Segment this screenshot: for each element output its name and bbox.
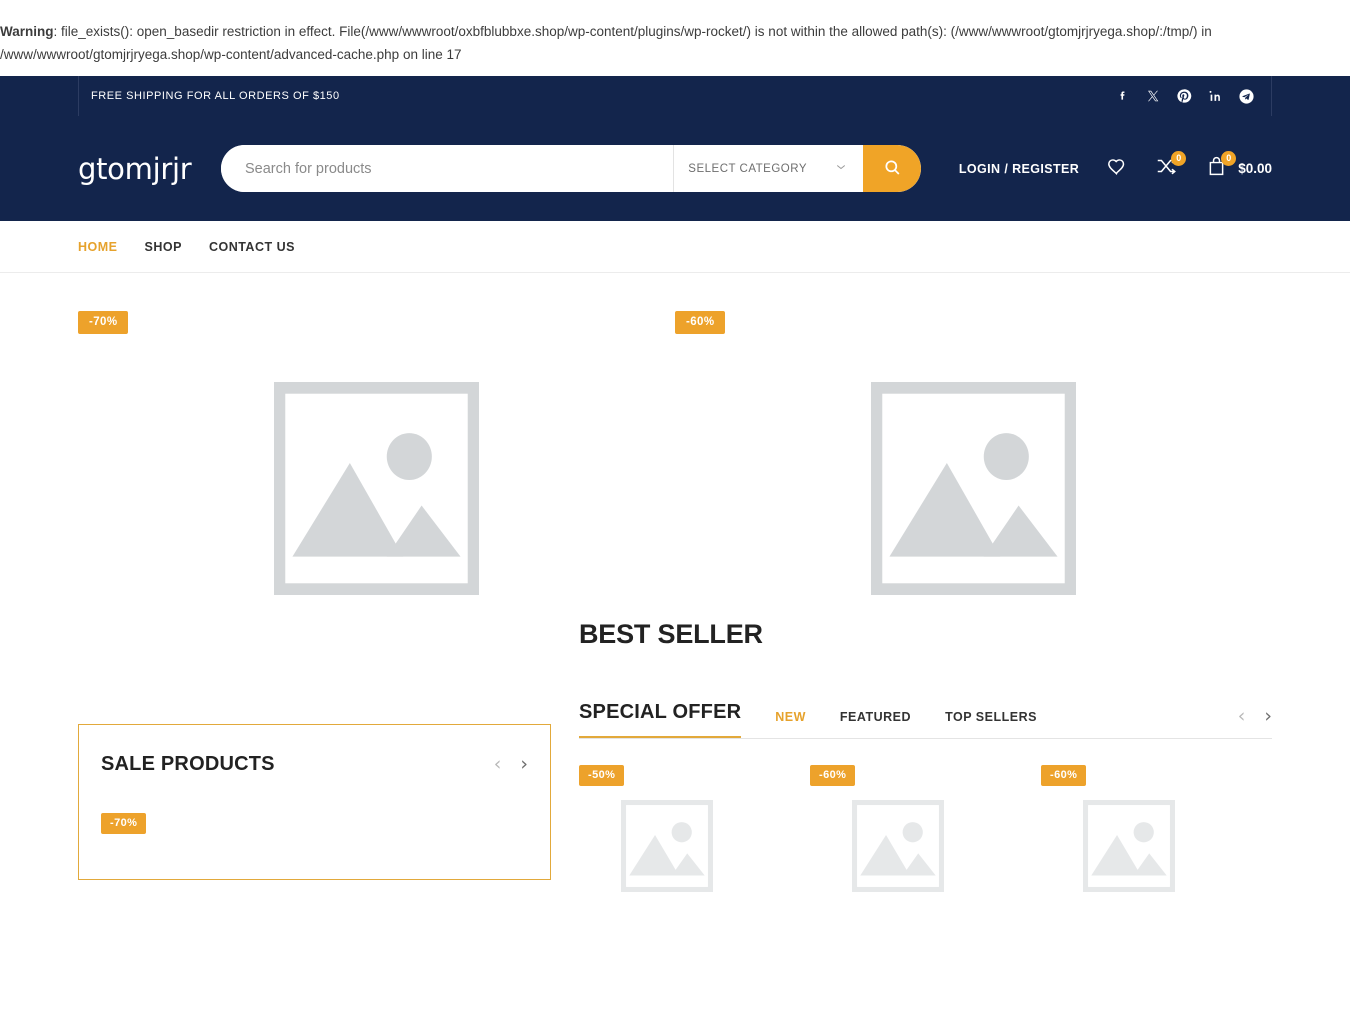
product-image-wrapper [78,382,675,595]
promo-container: FREE SHIPPING FOR ALL ORDERS OF $150 [78,76,340,116]
heart-icon [1106,156,1127,182]
carousel-next-icon[interactable]: › [520,755,528,774]
cart-button[interactable]: 0 [1203,150,1237,182]
linkedin-icon[interactable] [1206,87,1224,105]
special-offer-arrows: ‹ › [1238,707,1272,726]
social-links [1113,76,1272,116]
sale-products-header: SALE PRODUCTS ‹ › [101,753,528,776]
nav-item-contact-us[interactable]: CONTACT US [209,240,295,254]
lower-section: SALE PRODUCTS ‹ › -70% BEST SELLER SPECI… [0,619,1350,892]
cart-group[interactable]: 0 $0.00 [1203,150,1272,182]
login-register-link[interactable]: LOGIN / REGISTER [959,162,1079,176]
carousel-next-icon[interactable]: › [1264,707,1272,726]
nav-item-home[interactable]: HOME [78,240,118,254]
sale-products-column: SALE PRODUCTS ‹ › -70% [78,619,551,892]
special-offer-title: SPECIAL OFFER [579,701,742,738]
placeholder-image-icon [1083,800,1175,892]
discount-badge: -70% [78,311,129,334]
discount-badge: -70% [101,813,147,834]
category-select[interactable]: SELECT CATEGORY [673,145,863,192]
placeholder-image-icon [621,800,713,892]
sale-products-body: -70% [101,813,528,834]
placeholder-image-icon [871,382,1076,595]
carousel-prev-icon[interactable]: ‹ [1238,707,1246,726]
search-icon [883,158,902,180]
site-logo[interactable]: gtomjrjr [78,152,218,186]
php-warning-line1: : file_exists(): open_basedir restrictio… [53,24,1212,39]
compare-button[interactable]: 0 [1153,150,1187,182]
discount-badge: -60% [810,765,856,786]
product-card[interactable]: -70% [78,311,675,595]
main-navigation: HOME SHOP CONTACT US [0,221,1350,273]
search-button[interactable] [863,145,921,192]
facebook-icon[interactable] [1113,87,1131,105]
php-warning-banner: Warning: file_exists(): open_basedir res… [0,0,1350,76]
wishlist-button[interactable] [1103,156,1129,182]
category-select-label: SELECT CATEGORY [688,162,807,175]
product-card[interactable]: -60% [1041,765,1272,892]
top-bar: FREE SHIPPING FOR ALL ORDERS OF $150 [0,76,1350,116]
cart-count-badge: 0 [1221,150,1237,166]
product-image-wrapper [675,382,1272,595]
discount-badge: -60% [675,311,726,334]
special-offer-tabs: SPECIAL OFFER NEW FEATURED TOP SELLERS ‹… [579,701,1272,739]
tab-featured[interactable]: FEATURED [840,710,911,726]
search-bar: SELECT CATEGORY [221,145,921,192]
placeholder-image-icon [274,382,479,595]
tab-top-sellers[interactable]: TOP SELLERS [945,710,1037,726]
pinterest-icon[interactable] [1175,87,1193,105]
placeholder-image-icon [852,800,944,892]
product-card[interactable]: -60% [810,765,1041,892]
sale-products-widget: SALE PRODUCTS ‹ › -70% [78,724,551,880]
nav-item-shop[interactable]: SHOP [145,240,182,254]
php-warning-line2: /www/wwwroot/gtomjrjryega.shop/wp-conten… [0,47,462,62]
cart-total-amount: $0.00 [1238,161,1272,176]
carousel-prev-icon[interactable]: ‹ [494,755,502,774]
chevron-down-icon [835,161,847,176]
discount-badge: -60% [1041,765,1087,786]
hero-product-row: -70% -60% [0,273,1350,595]
site-header: gtomjrjr SELECT CATEGORY LOGIN / REGISTE… [0,116,1350,221]
discount-badge: -50% [579,765,625,786]
best-seller-column: BEST SELLER SPECIAL OFFER NEW FEATURED T… [579,619,1272,892]
special-offer-grid: -50% -60% -60% [579,765,1272,892]
sale-products-arrows: ‹ › [494,755,528,774]
x-twitter-icon[interactable] [1144,87,1162,105]
telegram-icon[interactable] [1237,87,1255,105]
tab-new[interactable]: NEW [775,710,806,726]
compare-count-badge: 0 [1171,150,1187,166]
product-card[interactable]: -50% [579,765,810,892]
php-warning-label: Warning [0,24,54,39]
search-input[interactable] [221,145,674,192]
product-card[interactable]: -60% [675,311,1272,595]
promo-text: FREE SHIPPING FOR ALL ORDERS OF $150 [91,90,340,102]
sale-products-title: SALE PRODUCTS [101,753,275,775]
header-actions: LOGIN / REGISTER 0 0 $0.00 [959,150,1272,182]
best-seller-title: BEST SELLER [579,619,763,649]
